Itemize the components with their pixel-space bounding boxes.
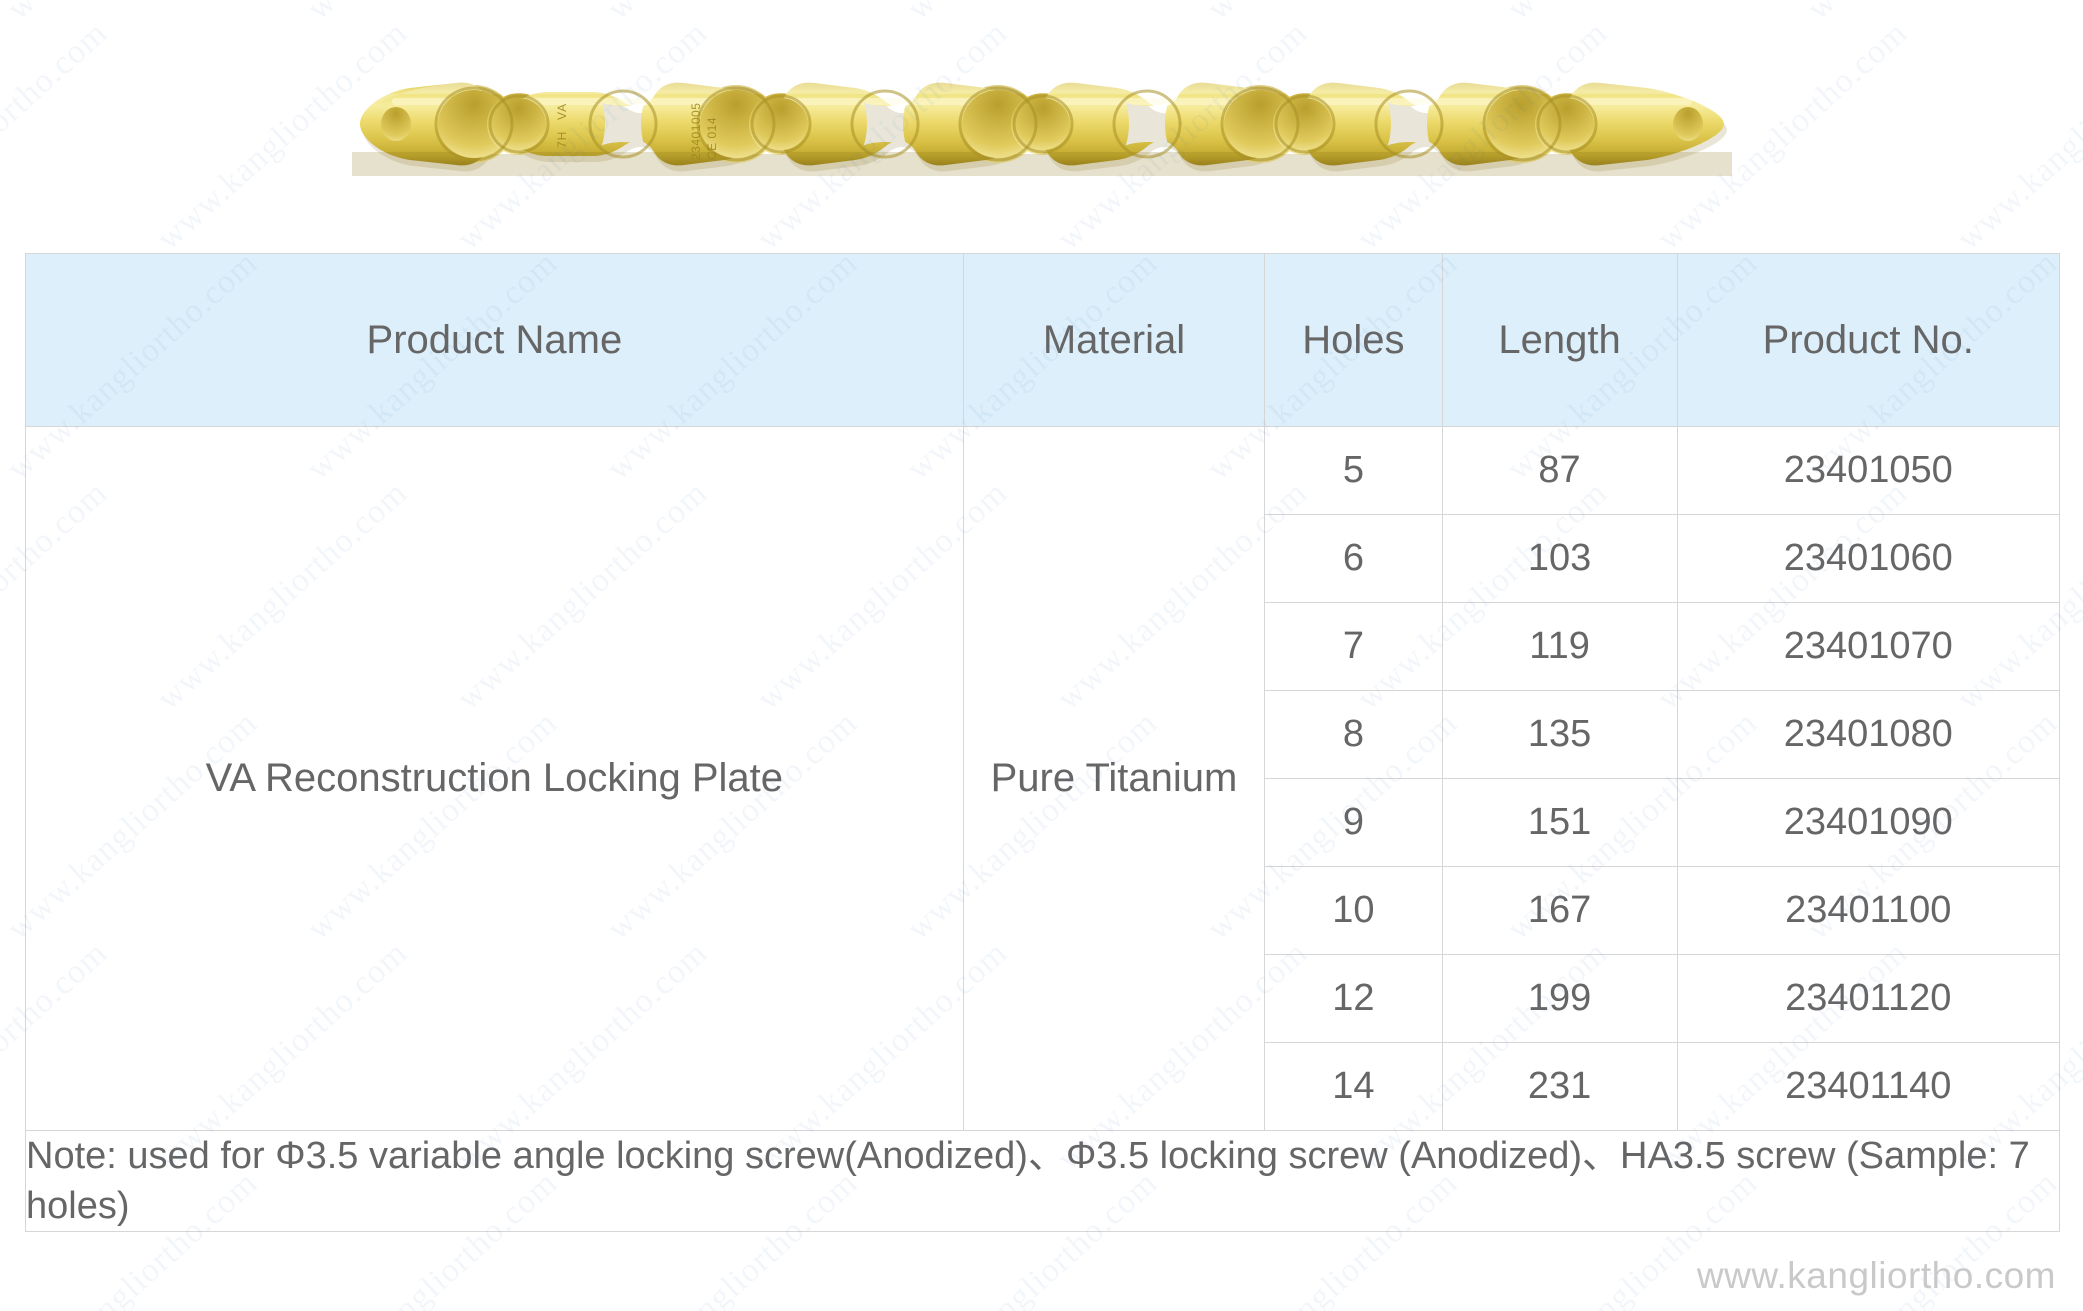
- cell-product-no: 23401140: [1676, 1042, 2061, 1131]
- bone-plate-illustration: 7H VA 23401005 CE 014: [352, 79, 1732, 176]
- cell-length: 135: [1441, 690, 1678, 779]
- cell-holes: 9: [1264, 778, 1443, 867]
- column-header-length: Length: [1441, 253, 1678, 427]
- cell-length: 167: [1441, 866, 1678, 955]
- column-header-material: Material: [962, 253, 1266, 427]
- svg-text:VA: VA: [555, 103, 569, 120]
- cell-product-no: 23401120: [1676, 954, 2061, 1043]
- cell-product-no: 23401080: [1676, 690, 2061, 779]
- cell-holes: 12: [1264, 954, 1443, 1043]
- cell-product-no: 23401060: [1676, 514, 2061, 603]
- cell-product-no: 23401070: [1676, 602, 2061, 691]
- site-url-footer: www.kangliortho.com: [1696, 1255, 2056, 1296]
- specification-table: Product Name Material Holes Length Produ…: [25, 253, 2061, 1233]
- cell-product-no: 23401050: [1676, 426, 2061, 515]
- cell-material: Pure Titanium: [962, 426, 1266, 1131]
- cell-holes: 8: [1264, 690, 1443, 779]
- cell-product-name: VA Reconstruction Locking Plate: [25, 426, 964, 1131]
- cell-length: 151: [1441, 778, 1678, 867]
- cell-holes: 5: [1264, 426, 1443, 515]
- column-header-product-no: Product No.: [1676, 253, 2061, 427]
- column-header-holes: Holes: [1264, 253, 1443, 427]
- svg-text:7H: 7H: [555, 131, 569, 148]
- cell-length: 87: [1441, 426, 1678, 515]
- table-row: VA Reconstruction Locking Plate Pure Tit…: [25, 426, 2061, 1131]
- svg-text:23401005: 23401005: [689, 103, 703, 160]
- table-note-row: Note: used for Φ3.5 variable angle locki…: [25, 1129, 2060, 1233]
- cell-length: 199: [1441, 954, 1678, 1043]
- cell-length: 119: [1441, 602, 1678, 691]
- table-note: Note: used for Φ3.5 variable angle locki…: [25, 1129, 2060, 1233]
- cell-holes: 14: [1264, 1042, 1443, 1131]
- table-header-row: Product Name Material Holes Length Produ…: [25, 253, 2061, 427]
- product-image-area: 7H VA 23401005 CE 014: [0, 0, 2083, 250]
- column-header-product-name: Product Name: [25, 253, 964, 427]
- cell-product-no: 23401090: [1676, 778, 2061, 867]
- cell-length: 231: [1441, 1042, 1678, 1131]
- cell-holes: 6: [1264, 514, 1443, 603]
- svg-text:CE 014: CE 014: [705, 117, 719, 160]
- cell-length: 103: [1441, 514, 1678, 603]
- cell-holes: 7: [1264, 602, 1443, 691]
- cell-product-no: 23401100: [1676, 866, 2061, 955]
- cell-holes: 10: [1264, 866, 1443, 955]
